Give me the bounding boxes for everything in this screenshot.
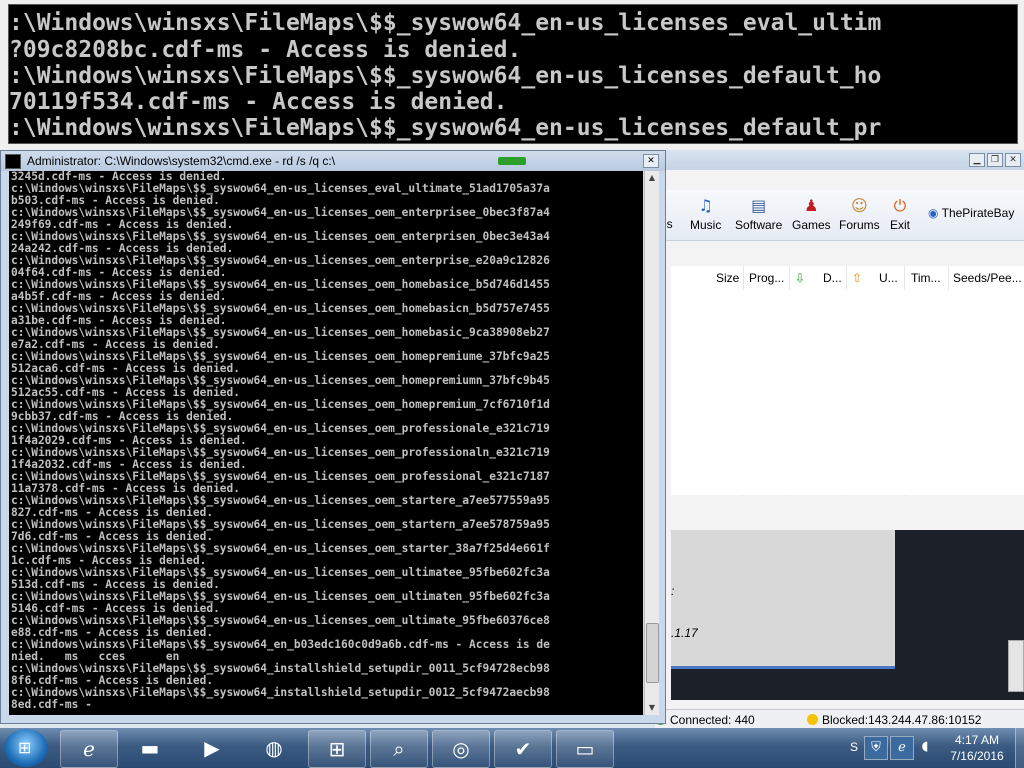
taskbar: ⊞ ℯ ▬ ▶ ◍ ⊞ ⌕ ◎ ✔ ▭ S ⛨ ℯ ◖ 4:17 AM 7/16…: [0, 728, 1024, 768]
toolbar-item-thepiratebay[interactable]: ◉ ThePirateBay: [928, 206, 1014, 220]
show-desktop-button[interactable]: [1015, 728, 1024, 768]
clock-date: 7/16/2016: [950, 749, 1004, 763]
column-header-progress[interactable]: Prog...: [749, 271, 784, 285]
cmd-output-line: 8ed.cdf-ms -: [11, 698, 92, 711]
toolbar-item-label: Games: [792, 218, 831, 232]
tray-label: S: [850, 740, 859, 754]
column-header-seeds-peers[interactable]: Seeds/Pee...: [953, 271, 1022, 285]
background-app-window: ▁ ❐ ✕ es ♫ Music ▤ Software ♟ Games ☺ Fo…: [655, 150, 1024, 710]
scroll-up-arrow-icon[interactable]: ▲: [645, 171, 659, 185]
connection-status: Connected: 440: [655, 713, 755, 727]
details-pane: : .1.17: [671, 530, 1024, 700]
magnifier-line: :\Windows\winsxs\FileMaps\$$_syswow64_en…: [9, 63, 882, 89]
clock-time: 4:17 AM: [954, 733, 1000, 747]
taskbar-torrent-app[interactable]: ◎: [432, 730, 490, 768]
blocked-status: Blocked:143.244.47.86:10152: [807, 713, 981, 727]
cmd-output[interactable]: 3245d.cdf-ms - Access is denied. c:\Windo…: [9, 171, 643, 715]
music-icon: ♫: [698, 196, 713, 215]
start-button[interactable]: ⊞: [4, 729, 48, 767]
power-icon: ⏻: [893, 196, 907, 215]
magnifier-line: :\Windows\winsxs\FileMaps\$$_syswow64_en…: [9, 115, 882, 141]
internet-explorer-icon: ℯ: [83, 737, 95, 761]
media-player-icon: ▶: [204, 736, 220, 760]
cmd-titlebar[interactable]: Administrator: C:\Windows\system32\cmd.e…: [1, 151, 665, 171]
taskbar-drive[interactable]: ▬: [130, 730, 170, 766]
close-button[interactable]: ✕: [1005, 153, 1021, 167]
connected-text: Connected: 440: [670, 713, 755, 727]
blocked-text: Blocked:143.244.47.86:10152: [822, 713, 982, 727]
network-icon[interactable]: ℯ: [890, 736, 914, 760]
windows-flag-icon: ⊞: [328, 737, 346, 761]
cmd-scrollbar[interactable]: ▲ ▼: [644, 171, 659, 715]
cmd-output-lines: 3245d.cdf-ms - Access is denied. c:\Windo…: [11, 171, 550, 711]
taskbar-internet-explorer[interactable]: ℯ: [60, 730, 118, 768]
column-header-upload[interactable]: U...: [879, 271, 898, 285]
windows-logo-icon: ⊞: [18, 738, 32, 757]
taskbar-cmd[interactable]: ▭: [556, 730, 614, 768]
globe-icon: ◉: [928, 206, 939, 220]
minimize-button[interactable]: ▁: [969, 153, 985, 167]
magnifier-line: 70119f534.cdf-ms - Access is denied.: [9, 89, 508, 115]
drive-icon: ▬: [140, 736, 160, 760]
cmd-icon: [5, 154, 21, 169]
forums-icon: ☺: [850, 196, 868, 215]
magnifier-icon: ⌕: [393, 737, 405, 761]
magnifier-window: :\Windows\winsxs\FileMaps\$$_syswow64_en…: [0, 0, 1024, 152]
toolbar-item-label: Software: [735, 218, 783, 232]
games-icon: ♟: [804, 196, 819, 215]
toolbar-item-label: Exit: [890, 218, 911, 232]
maximize-button[interactable]: ❐: [987, 153, 1003, 167]
column-header-size[interactable]: Size: [716, 271, 739, 285]
system-tray: S ⛨ ℯ ◖ 4:17 AM 7/16/2016: [850, 728, 1024, 768]
details-text: :: [671, 584, 675, 598]
details-text: .1.17: [671, 626, 698, 640]
toolbar-item-forums[interactable]: ☺ Forums: [839, 196, 880, 232]
download-arrow-icon: ⇩: [795, 271, 806, 285]
clock[interactable]: 4:17 AM 7/16/2016: [942, 732, 1012, 764]
torrent-icon: ◎: [452, 737, 470, 761]
column-header-download[interactable]: D...: [823, 271, 842, 285]
background-app-titlebar: ▁ ❐ ✕: [656, 150, 1024, 170]
background-app-scrollbar[interactable]: [1008, 640, 1024, 692]
close-button[interactable]: ✕: [643, 154, 659, 168]
taskbar-media-player[interactable]: ▶: [192, 730, 232, 766]
pin-icon[interactable]: [498, 157, 526, 165]
taskbar-magnifier[interactable]: ⌕: [370, 730, 428, 768]
details-panel: : .1.17: [671, 530, 895, 669]
background-app-toolbar: es ♫ Music ▤ Software ♟ Games ☺ Forums ⏻…: [656, 190, 1024, 241]
magnifier-line: :\Windows\winsxs\FileMaps\$$_syswow64_en…: [9, 10, 882, 36]
taskbar-globe[interactable]: ◍: [254, 730, 294, 766]
taskbar-windows-explorer[interactable]: ⊞: [308, 730, 366, 768]
toolbar-item-label: Forums: [839, 218, 880, 232]
toolbar-item-label: Music: [690, 218, 722, 232]
toolbar-item-games[interactable]: ♟ Games: [792, 196, 831, 232]
toolbar-item-exit[interactable]: ⏻ Exit: [890, 196, 910, 232]
upload-arrow-icon: ⇧: [852, 271, 863, 285]
cmd-window: Administrator: C:\Windows\system32\cmd.e…: [0, 150, 666, 724]
magnifier-line: ?09c8208bc.cdf-ms - Access is denied.: [9, 37, 522, 63]
magnifier-view: :\Windows\winsxs\FileMaps\$$_syswow64_en…: [8, 4, 1018, 144]
torrent-list-header: Size Prog... ⇩ D... ⇧ U... Tim... Seeds/…: [671, 266, 1024, 496]
blocked-indicator: [807, 714, 818, 725]
toolbar-item-label: ThePirateBay: [941, 206, 1015, 220]
column-header-time[interactable]: Tim...: [911, 271, 941, 285]
toolbar-item-music[interactable]: ♫ Music: [690, 196, 721, 232]
taskbar-checklist[interactable]: ✔: [494, 730, 552, 768]
cmd-title: Administrator: C:\Windows\system32\cmd.e…: [27, 154, 336, 168]
software-icon: ▤: [751, 196, 767, 215]
torrent-list[interactable]: [671, 290, 1024, 495]
scroll-down-arrow-icon[interactable]: ▼: [645, 701, 659, 715]
cmd-icon: ▭: [575, 737, 595, 761]
toolbar-item-software[interactable]: ▤ Software: [735, 196, 782, 232]
volume-icon[interactable]: ◖: [914, 736, 936, 758]
scroll-thumb[interactable]: [646, 623, 659, 683]
status-bar: Connected: 440 Blocked:143.244.47.86:101…: [655, 709, 1024, 730]
checklist-icon: ✔: [514, 737, 532, 761]
globe-icon: ◍: [265, 736, 283, 760]
shield-icon[interactable]: ⛨: [864, 736, 888, 760]
